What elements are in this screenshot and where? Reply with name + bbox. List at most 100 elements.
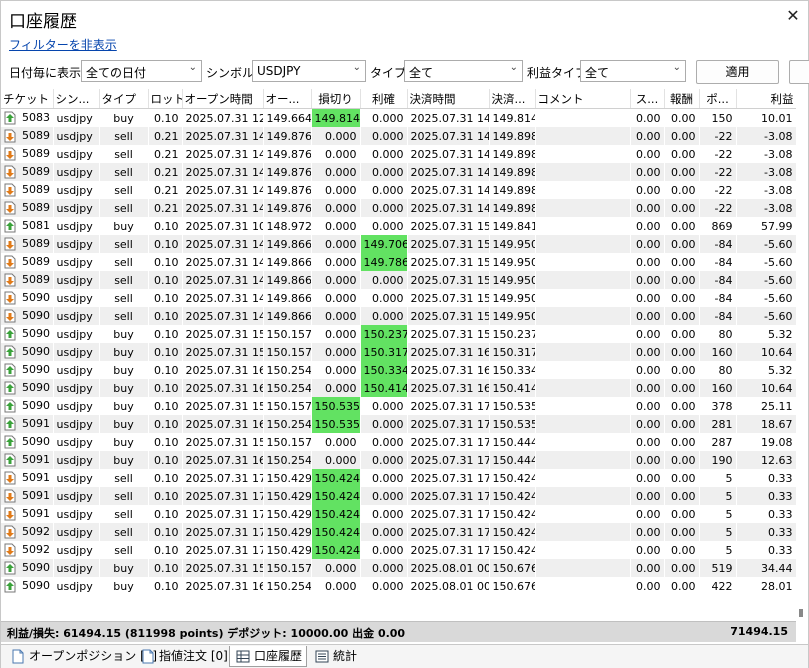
- buy-arrow-icon: [4, 345, 16, 359]
- hide-filter-link[interactable]: フィルターを非表示: [9, 36, 117, 53]
- col-lots-header[interactable]: ロット: [148, 89, 183, 109]
- table-row[interactable]: 5083 usdjpy buy 0.10 2025.07.31 12:01149.664…: [1, 108, 796, 127]
- cell-profit: 28.01: [761, 579, 793, 593]
- cell-ticket: 5090: [1, 433, 53, 451]
- col-symbol-header[interactable]: シン...: [53, 89, 100, 109]
- cell-lots: 0.10: [148, 379, 182, 397]
- table-row[interactable]: 5090usdjpybuy0.102025.07.31 15:44150.157…: [1, 433, 796, 451]
- cell-points: 422: [711, 579, 733, 593]
- col-type-header[interactable]: タイプ: [99, 89, 149, 109]
- symbol-select[interactable]: USDJPY ⌄: [252, 60, 366, 82]
- cell-comment: [535, 523, 630, 541]
- cell-points: 287: [711, 435, 733, 449]
- period-select[interactable]: 全ての日付 ⌄: [81, 60, 202, 82]
- cell-swap: 0.00: [630, 271, 664, 289]
- cell-profit: -3.08: [736, 127, 796, 145]
- table-row[interactable]: 5090usdjpybuy0.102025.07.31 15:44150.157…: [1, 397, 796, 415]
- table-row[interactable]: 5091usdjpysell0.102025.07.31 17:48150.42…: [1, 505, 796, 523]
- table-row[interactable]: 5090usdjpybuy0.102025.07.31 15:44150.157…: [1, 559, 796, 577]
- table-row[interactable]: 5090usdjpybuy0.102025.07.31 16:05150.254…: [1, 379, 796, 397]
- table-row[interactable]: 5090usdjpybuy0.102025.07.31 16:05150.254…: [1, 361, 796, 379]
- sell-arrow-icon: [4, 489, 16, 503]
- table-row[interactable]: 5089usdjpysell0.212025.07.31 14:44149.87…: [1, 199, 796, 217]
- cell-open-price: 150.254: [266, 363, 311, 377]
- cell-stop-loss: 0.000: [325, 255, 357, 269]
- tab-pending-orders[interactable]: 指値注文 [0]: [135, 646, 228, 667]
- cell-open-time: 2025.07.31 15:44: [185, 327, 263, 341]
- tab-account-history[interactable]: 口座履歴: [229, 646, 307, 667]
- col-stop-loss-header[interactable]: 損切り: [311, 89, 361, 109]
- table-row[interactable]: 5092usdjpysell0.102025.07.31 17:48150.42…: [1, 541, 796, 559]
- table-row[interactable]: 5089usdjpysell0.102025.07.31 14:56149.86…: [1, 235, 796, 253]
- col-commission-header[interactable]: 報酬: [664, 89, 700, 109]
- cell-symbol: usdjpy: [56, 579, 93, 593]
- cell-open-price: 150.254: [263, 415, 311, 433]
- profit-type-select[interactable]: 全て ⌄: [580, 60, 686, 82]
- cell-profit: 34.44: [736, 559, 796, 577]
- table-row[interactable]: 5092usdjpysell0.102025.07.31 17:48150.42…: [1, 523, 796, 541]
- cell-commission: 0.00: [664, 235, 699, 253]
- cell-commission: 0.00: [671, 111, 696, 125]
- table-row[interactable]: 5091usdjpybuy0.102025.07.31 16:05150.254…: [1, 415, 796, 433]
- cell-swap: 0.00: [630, 307, 664, 325]
- cell-type: sell: [99, 127, 148, 145]
- cell-commission: 0.00: [671, 435, 696, 449]
- table-row[interactable]: 5090usdjpybuy0.102025.07.31 16:05150.254…: [1, 577, 796, 595]
- ticket-text: 5083: [22, 111, 50, 124]
- table-row[interactable]: 5090usdjpysell0.102025.07.31 14:56149.86…: [1, 307, 796, 325]
- col-points-header[interactable]: ポ...: [699, 89, 737, 109]
- table-row[interactable]: 5090usdjpysell0.102025.07.31 14:56149.86…: [1, 289, 796, 307]
- table-row[interactable]: 5091usdjpysell0.102025.07.31 17:48150.42…: [1, 469, 796, 487]
- cell-symbol: usdjpy: [53, 271, 99, 289]
- col-ticket-header[interactable]: チケット: [1, 89, 54, 109]
- table-row[interactable]: 5089usdjpysell0.212025.07.31 14:44149.87…: [1, 127, 796, 145]
- col-close-time-header[interactable]: 決済時間: [407, 89, 490, 109]
- tab-open-positions[interactable]: オープンポジション [0]: [5, 646, 157, 667]
- cell-open-time: 2025.07.31 10:14: [185, 219, 263, 233]
- scrollbar-thumb[interactable]: [799, 609, 803, 617]
- table-row[interactable]: 5081 usdjpy buy 0.10 2025.07.31 10:14148.972…: [1, 217, 796, 235]
- cell-close-price: 150.237: [492, 327, 535, 341]
- cell-take-profit: 0.000: [372, 399, 404, 413]
- extra-button[interactable]: [789, 60, 809, 84]
- cell-points: -84: [699, 235, 736, 253]
- cell-points: -22: [714, 147, 733, 161]
- cell-open-price: 149.866: [263, 271, 311, 289]
- col-take-profit-header[interactable]: 利確: [360, 89, 408, 109]
- tab-statistics[interactable]: 統計: [309, 646, 369, 667]
- cell-close-time: 2025.07.31 17:14: [407, 451, 489, 469]
- grid-icon: [236, 650, 250, 663]
- vertical-scrollbar[interactable]: [796, 89, 808, 621]
- apply-button[interactable]: 適用: [696, 60, 779, 84]
- col-profit-header[interactable]: 利益: [736, 89, 796, 109]
- sell-arrow-icon: [4, 291, 16, 305]
- cell-commission: 0.00: [664, 415, 699, 433]
- type-select[interactable]: 全て ⌄: [404, 60, 523, 82]
- table-row[interactable]: 5089usdjpysell0.102025.07.31 14:56149.86…: [1, 271, 796, 289]
- col-swap-header[interactable]: ス...: [630, 89, 665, 109]
- cell-profit: -3.08: [736, 163, 796, 181]
- cell-ticket: 5091: [1, 505, 53, 523]
- table-row[interactable]: 5089usdjpysell0.102025.07.31 14:56149.86…: [1, 253, 796, 271]
- cell-symbol: usdjpy: [53, 343, 99, 361]
- cell-close-price: 150.424: [492, 543, 535, 557]
- cell-symbol: usdjpy: [56, 147, 93, 161]
- table-row[interactable]: 5089usdjpysell0.212025.07.31 14:44149.87…: [1, 181, 796, 199]
- col-comment-header[interactable]: コメント: [535, 89, 631, 109]
- table-row[interactable]: 5091usdjpysell0.102025.07.31 17:48150.42…: [1, 487, 796, 505]
- cell-lots: 0.10: [154, 363, 179, 377]
- cell-open-time: 2025.07.31 16:05: [182, 451, 263, 469]
- cell-comment: [535, 145, 630, 163]
- table-row[interactable]: 5090usdjpybuy0.102025.07.31 15:44150.157…: [1, 343, 796, 361]
- table-row[interactable]: 5091usdjpybuy0.102025.07.31 16:05150.254…: [1, 451, 796, 469]
- table-row[interactable]: 5090usdjpybuy0.102025.07.31 15:44150.157…: [1, 325, 796, 343]
- col-open-price-header[interactable]: オー...: [263, 89, 312, 109]
- col-close-price-header[interactable]: 決済...: [489, 89, 536, 109]
- cell-open-price: 150.429: [263, 523, 311, 541]
- table-row[interactable]: 5089usdjpysell0.212025.07.31 14:44149.87…: [1, 145, 796, 163]
- col-open-time-header[interactable]: オープン時間: [182, 89, 264, 109]
- cell-points: -84: [714, 255, 733, 269]
- table-row[interactable]: 5089usdjpysell0.212025.07.31 14:44149.87…: [1, 163, 796, 181]
- close-icon[interactable]: ✕: [784, 7, 802, 25]
- cell-type: sell: [114, 291, 133, 305]
